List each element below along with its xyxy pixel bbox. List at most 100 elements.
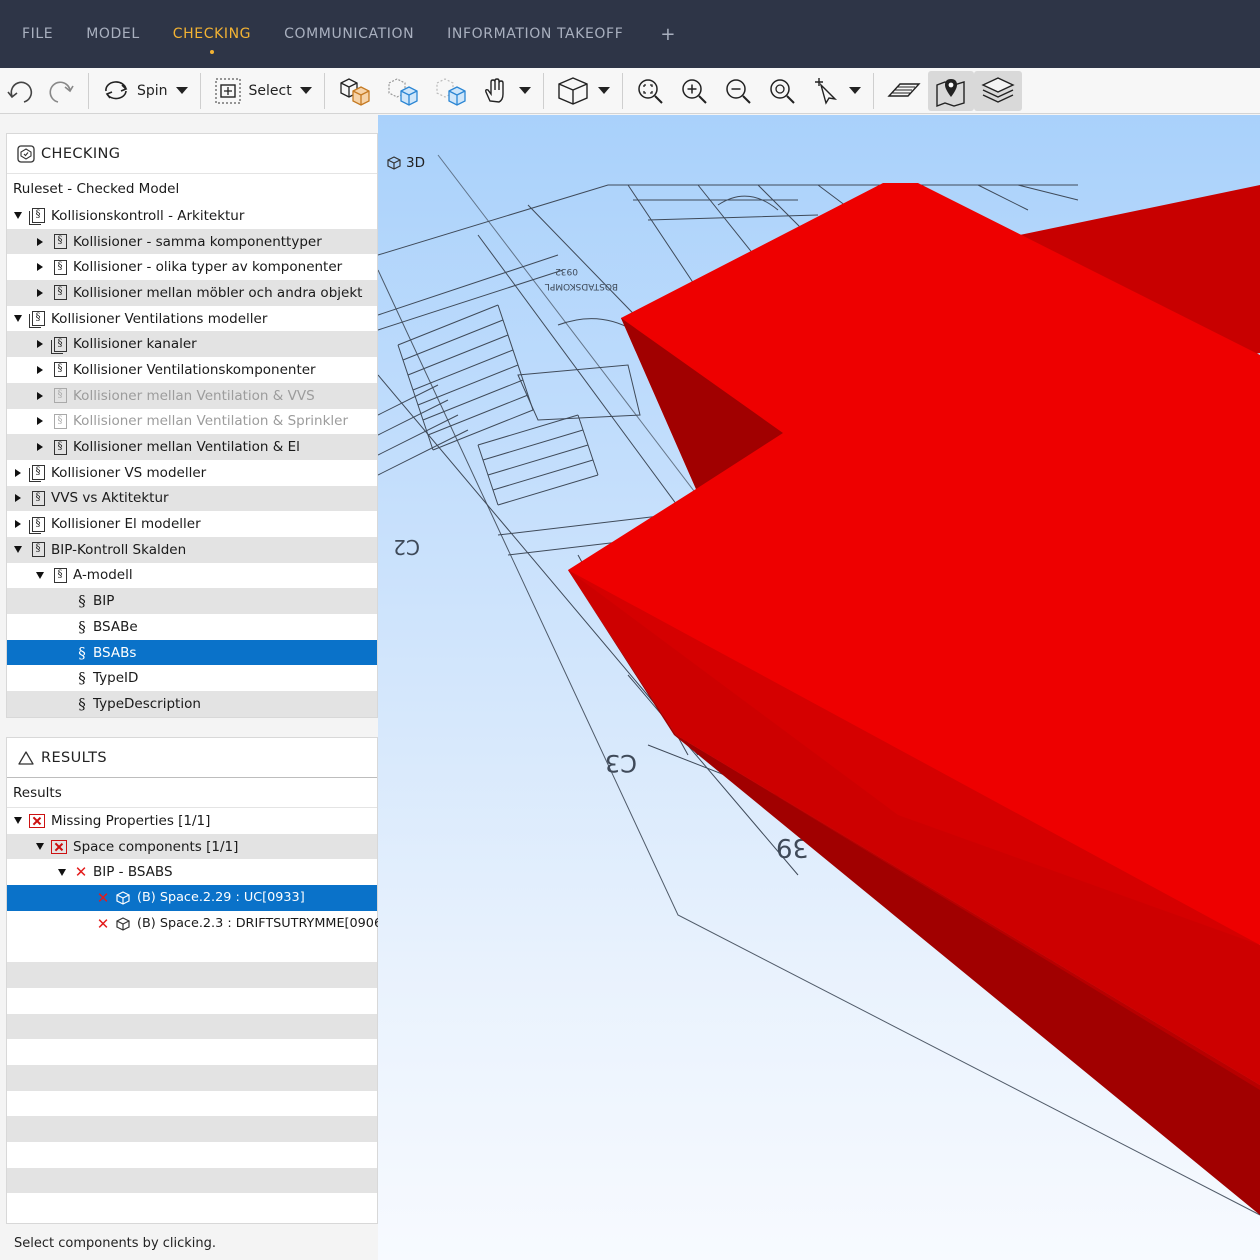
status-text: Select components by clicking. <box>14 1235 217 1251</box>
toolbar-separator <box>542 72 544 109</box>
ruleset-tree-item[interactable]: § Kollisioner Ventilationskomponenter <box>7 357 377 383</box>
expand-arrow-right-icon[interactable] <box>7 468 29 477</box>
results-subheader: Results <box>13 784 62 801</box>
add-tab-button[interactable]: + <box>660 24 675 45</box>
ruleset-group-icon: § <box>50 335 69 354</box>
arrow-right-icon <box>37 340 43 349</box>
expand-arrow-down-icon[interactable] <box>7 315 29 323</box>
results-tree-label: Missing Properties [1/1] <box>51 812 211 829</box>
redo-icon <box>49 81 74 103</box>
arrow-right-icon <box>37 263 43 272</box>
pick-tool-dropdown[interactable] <box>805 71 867 111</box>
3d-scene[interactable]: BOSTADSKOMPL 0932 C2 C3 39 <box>378 115 1260 1260</box>
ruleset-tree-item[interactable]: § BSABe <box>7 614 377 640</box>
3d-viewport[interactable]: BOSTADSKOMPL 0932 C2 C3 39 3D <box>378 115 1260 1260</box>
expand-arrow-down-icon[interactable] <box>7 212 29 220</box>
ruleset-tree-item[interactable]: § Kollisioner - samma komponenttyper <box>7 228 377 255</box>
zoom-out-icon <box>726 78 751 104</box>
zoom-fit-button[interactable] <box>629 71 673 111</box>
ruleset-tree-item[interactable]: § Kollisioner kanaler <box>7 331 377 358</box>
ruleset-tree-item[interactable]: § BSABs <box>7 639 377 666</box>
results-tree-label: Space components [1/1] <box>73 838 239 855</box>
results-tree-label: BIP - BSABS <box>93 864 173 881</box>
expand-arrow-right-icon[interactable] <box>29 391 51 400</box>
expand-arrow-down-icon[interactable] <box>29 571 51 579</box>
expand-arrow-right-icon[interactable] <box>29 417 51 426</box>
expand-arrow-down-icon[interactable] <box>51 868 73 876</box>
menu-tab-information-takeoff[interactable]: INFORMATION TAKEOFF <box>447 26 623 42</box>
boxes-hide-icon <box>436 77 466 106</box>
expand-arrow-right-icon[interactable] <box>29 237 51 246</box>
section-plane-button[interactable] <box>880 71 928 111</box>
menu-tab-model[interactable]: MODEL <box>86 26 140 42</box>
ruleset-icon: § <box>51 387 69 405</box>
expand-arrow-right-icon[interactable] <box>7 520 29 529</box>
arrow-right-icon <box>37 417 43 426</box>
ruleset-tree-item[interactable]: § Kollisioner Ventilations modeller <box>7 306 377 332</box>
plan-label-c2: C2 <box>393 535 420 559</box>
menu-tab-file[interactable]: FILE <box>22 26 53 42</box>
clash-volume[interactable] <box>568 183 1260 1260</box>
isolate-button[interactable] <box>379 71 427 111</box>
ruleset-tree-label: Kollisioner - samma komponenttyper <box>73 233 322 250</box>
ruleset-icon: § <box>51 412 69 430</box>
results-empty-row <box>7 936 377 962</box>
menu-tab-checking[interactable]: CHECKING <box>173 26 251 54</box>
expand-arrow-right-icon[interactable] <box>29 365 51 374</box>
undo-button[interactable] <box>0 71 40 111</box>
expand-arrow-right-icon[interactable] <box>7 494 29 503</box>
results-empty-row <box>7 1116 377 1142</box>
expand-arrow-down-icon[interactable] <box>7 546 29 554</box>
show-all-button[interactable] <box>331 71 379 111</box>
results-tree-item[interactable]: ✕ (B) Space.2.3 : DRIFTSUTRYMME[0906] <box>7 911 387 937</box>
issue-group-error-icon <box>51 839 67 854</box>
results-empty-row <box>7 1193 377 1219</box>
ruleset-tree-item[interactable]: § Kollisioner mellan möbler och andra obj… <box>7 280 377 306</box>
plan-label-room-name: BOSTADSKOMPL <box>545 281 618 291</box>
ruleset-tree-item[interactable]: § BIP-Kontroll Skalden <box>7 536 377 563</box>
results-tree-item[interactable]: ✕ BIP - BSABS <box>7 859 377 885</box>
ruleset-tree-label: Kollisioner Ventilationskomponenter <box>73 361 316 378</box>
hide-button[interactable] <box>427 71 475 111</box>
ruleset-tree-item[interactable]: § Kollisioner mellan Ventilation & VVS <box>7 382 377 409</box>
spin-dropdown[interactable]: Spin <box>95 71 194 111</box>
redo-button[interactable] <box>40 71 82 111</box>
expand-arrow-right-icon[interactable] <box>29 443 51 452</box>
select-dropdown[interactable]: Select <box>207 71 318 111</box>
zoom-selected-button[interactable] <box>761 71 805 111</box>
checking-panel-title: CHECKING <box>41 145 121 162</box>
menu-tab-communication[interactable]: COMMUNICATION <box>284 26 414 42</box>
hand-tool-dropdown[interactable] <box>475 71 537 111</box>
results-tree-item[interactable]: Space components [1/1] <box>7 833 377 860</box>
ruleset-icon: § <box>51 361 69 379</box>
zoom-out-button[interactable] <box>717 71 761 111</box>
ruleset-tree-item[interactable]: § VVS vs Aktitektur <box>7 485 377 512</box>
ruleset-tree-item[interactable]: § BIP <box>7 588 377 614</box>
ruleset-tree-item[interactable]: § Kollisioner mellan Ventilation & El <box>7 434 377 460</box>
map-view-button[interactable] <box>927 70 974 111</box>
ruleset-tree-item[interactable]: § Kollisioner VS modeller <box>7 460 377 486</box>
ruleset-tree-item[interactable]: § TypeID <box>7 665 377 691</box>
status-bar: Select components by clicking. <box>6 1226 378 1260</box>
ruleset-tree-item[interactable]: § Kollisioner - olika typer av komponente… <box>7 254 377 280</box>
expand-arrow-right-icon[interactable] <box>29 263 51 272</box>
expand-arrow-right-icon[interactable] <box>29 340 51 349</box>
expand-arrow-down-icon[interactable] <box>7 817 29 825</box>
ruleset-tree-item[interactable]: § TypeDescription <box>7 691 377 717</box>
expand-arrow-down-icon[interactable] <box>29 843 51 851</box>
ruleset-tree-item[interactable]: § Kollisionskontroll - Arkitektur <box>7 203 377 229</box>
results-tree-item[interactable]: ✕ (B) Space.2.29 : UC[0933] <box>7 885 377 911</box>
view-cube-dropdown[interactable] <box>550 71 616 111</box>
results-tree-item[interactable]: Missing Properties [1/1] <box>7 808 377 834</box>
results-triangle-icon <box>17 749 35 767</box>
ruleset-tree-item[interactable]: § A-modell <box>7 563 377 589</box>
zoom-selected-icon <box>770 78 795 104</box>
results-tree-label: (B) Space.2.29 : UC[0933] <box>137 890 305 906</box>
ruleset-tree-item[interactable]: § Kollisioner mellan Ventilation & Sprink… <box>7 409 377 435</box>
results-empty-row <box>7 1167 377 1194</box>
zoom-in-button[interactable] <box>673 71 717 111</box>
expand-arrow-right-icon[interactable] <box>29 288 51 297</box>
section-rule-icon: § <box>78 592 86 611</box>
layers-button[interactable] <box>973 70 1022 111</box>
ruleset-tree-item[interactable]: § Kollisioner El modeller <box>7 511 377 537</box>
